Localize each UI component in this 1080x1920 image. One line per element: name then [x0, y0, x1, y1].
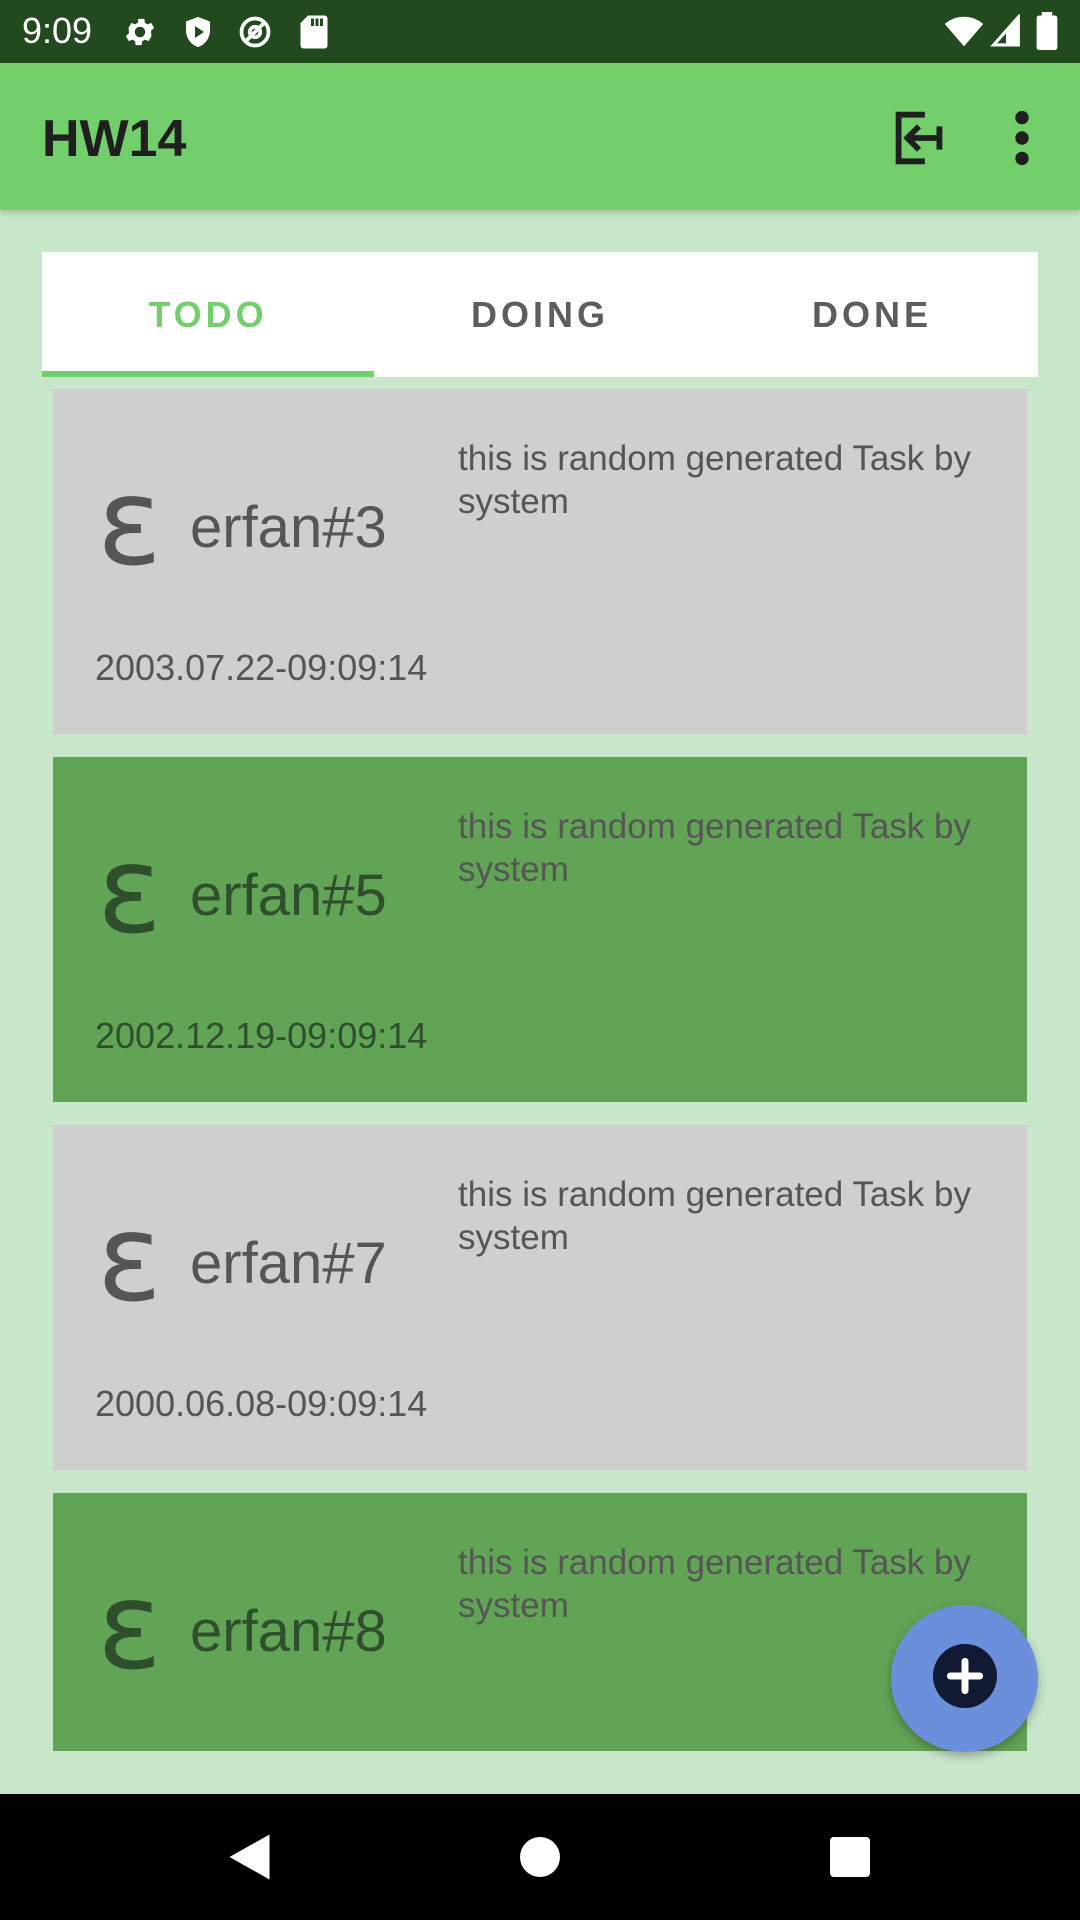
system-nav-bar [0, 1794, 1080, 1920]
task-description: this is random generated Task by system [458, 439, 971, 521]
task-avatar: ɛ [97, 822, 162, 961]
signal-icon [990, 13, 1022, 53]
status-bar: 9:09 [0, 0, 1080, 63]
task-card[interactable]: ɛ erfan#7 this is random generated Task … [53, 1125, 1027, 1470]
shield-play-icon [180, 14, 216, 55]
task-avatar: ɛ [97, 1558, 162, 1697]
tab-done[interactable]: DONE [706, 252, 1038, 377]
task-description: this is random generated Task by system [458, 1175, 971, 1257]
tab-bar: TODO DOING DONE [42, 252, 1038, 377]
task-description: this is random generated Task by system [458, 807, 971, 889]
add-task-button[interactable] [891, 1605, 1038, 1752]
task-date: 2000.06.08-09:09:14 [95, 1383, 428, 1424]
settings-icon [122, 14, 158, 55]
back-button[interactable] [222, 1827, 282, 1887]
task-card[interactable]: ɛ erfan#3 this is random generated Task … [53, 389, 1027, 734]
home-button[interactable] [510, 1827, 570, 1887]
app-bar: HW14 [0, 63, 1080, 210]
recents-button[interactable] [820, 1827, 880, 1887]
more-options-button[interactable] [1000, 103, 1044, 173]
task-date: 2002.12.19-09:09:14 [95, 1015, 428, 1056]
tab-doing[interactable]: DOING [374, 252, 706, 377]
tab-label: DONE [811, 293, 932, 335]
tab-indicator [42, 371, 374, 377]
task-avatar: ɛ [97, 1190, 162, 1329]
tab-label: TODO [148, 293, 268, 335]
tab-todo[interactable]: TODO [42, 252, 374, 377]
logout-button[interactable] [884, 103, 954, 173]
task-description: this is random generated Task by system [458, 1543, 971, 1625]
battery-icon [1036, 12, 1058, 55]
add-circle-icon [932, 1644, 997, 1713]
more-vert-icon [1000, 110, 1044, 177]
status-time: 9:09 [22, 10, 93, 51]
at-sign-icon [236, 14, 274, 55]
task-card[interactable]: ɛ erfan#8 this is random generated Task … [53, 1493, 1027, 1751]
task-title: erfan#7 [190, 1231, 387, 1296]
app-title: HW14 [42, 110, 187, 168]
tab-label: DOING [470, 293, 609, 335]
logout-icon [884, 111, 954, 177]
recents-icon [820, 1837, 880, 1891]
sd-card-icon [298, 14, 330, 55]
task-avatar: ɛ [97, 454, 162, 593]
task-card[interactable]: ɛ erfan#5 this is random generated Task … [53, 757, 1027, 1102]
task-date: 2003.07.22-09:09:14 [95, 647, 428, 688]
task-title: erfan#3 [190, 495, 387, 560]
task-title: erfan#8 [190, 1599, 387, 1664]
back-icon [222, 1834, 282, 1891]
wifi-icon [944, 16, 984, 53]
home-icon [510, 1837, 570, 1891]
task-title: erfan#5 [190, 863, 387, 928]
